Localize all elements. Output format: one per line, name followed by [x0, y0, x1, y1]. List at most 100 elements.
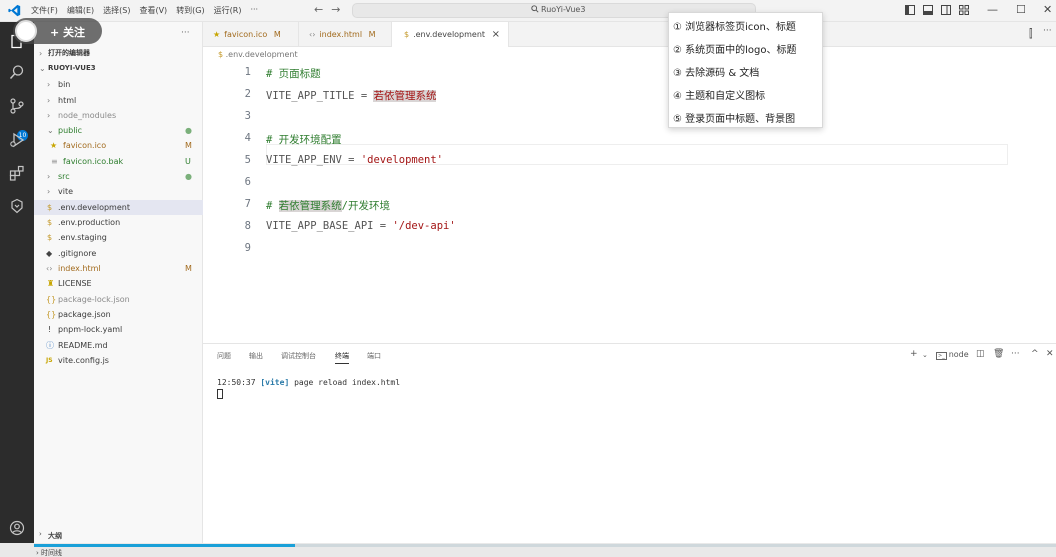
command-center-label: RuoYi-Vue3: [531, 5, 585, 14]
bottom-panel: 问题 输出 调试控制台 终端 端口 + ⌄ >_ node ◫ 🗑 ··· ^ ✕…: [203, 343, 1056, 543]
close-tab-icon[interactable]: ×: [492, 29, 500, 40]
close-panel-icon[interactable]: ✕: [1046, 349, 1054, 359]
project-root-header[interactable]: ⌄ RUOYI-VUE3: [34, 61, 203, 76]
close-window-icon[interactable]: ✕: [1043, 3, 1052, 16]
tree-file-favicon-ico[interactable]: ★ favicon.ico M: [34, 138, 203, 153]
chevron-right-icon: ›: [47, 172, 51, 181]
chevron-down-icon[interactable]: ⌄: [922, 351, 928, 359]
menu-run[interactable]: 运行(R): [214, 5, 242, 16]
tab-env-development[interactable]: $ .env.development ×: [392, 22, 509, 47]
explorer-sidebar: ··· › 打开的编辑器 ⌄ RUOYI-VUE3 › bin › html ›…: [34, 22, 203, 557]
popup-item-4[interactable]: ④ 主题和自定义图标: [673, 87, 765, 102]
tree-file-package-lock[interactable]: {} package-lock.json: [34, 292, 203, 307]
outline-label: 大纲: [48, 532, 62, 540]
git-status-badge: U: [185, 157, 191, 166]
follow-overlay[interactable]: + 关注: [13, 18, 102, 44]
lines-file-icon: ≡: [51, 157, 58, 166]
search-view-icon[interactable]: [9, 64, 25, 80]
tree-file-license[interactable]: ♜ LICENSE: [34, 276, 203, 291]
menu-selection[interactable]: 选择(S): [103, 5, 130, 16]
chevron-right-icon: ›: [47, 80, 51, 89]
code-line-7: # 若依管理系统/开发环境: [266, 198, 390, 213]
tab-terminal[interactable]: 终端: [335, 351, 349, 364]
tree-file-package-json[interactable]: {} package.json: [34, 307, 203, 322]
extensions-icon[interactable]: [9, 165, 25, 181]
tree-folder-vite[interactable]: › vite: [34, 184, 203, 199]
code-value: 'development': [360, 154, 444, 166]
code-line-5: VITE_APP_ENV = 'development': [266, 154, 443, 166]
tree-file-vite-config[interactable]: JS vite.config.js: [34, 353, 203, 368]
tree-folder-html[interactable]: › html: [34, 93, 203, 108]
code-line-2: VITE_APP_TITLE = 若依管理系统: [266, 88, 437, 103]
line-number: 9: [244, 242, 251, 254]
outline-section[interactable]: › 大纲: [34, 530, 203, 543]
tree-file-readme[interactable]: ⓘ README.md: [34, 338, 203, 353]
tab-favicon-ico[interactable]: ★ favicon.ico M: [203, 22, 299, 47]
star-icon: ★: [50, 141, 58, 150]
tree-file-favicon-bak[interactable]: ≡ favicon.ico.bak U: [34, 154, 203, 169]
minimize-icon[interactable]: —: [987, 3, 998, 16]
toggle-secondary-sidebar-icon[interactable]: [941, 5, 951, 15]
popup-item-5[interactable]: ⑤ 登录页面中标题、背景图: [673, 110, 795, 125]
tree-file-env-staging[interactable]: $ .env.staging: [34, 230, 203, 245]
topic-popup-menu: ① 浏览器标签页icon、标题 ② 系统页面中的logo、标题 ③ 去除源码 &…: [668, 12, 823, 128]
menu-edit[interactable]: 编辑(E): [67, 5, 94, 16]
tree-file-pnpm-lock[interactable]: ! pnpm-lock.yaml: [34, 322, 203, 337]
forward-arrow-icon[interactable]: →: [331, 3, 348, 16]
split-editor-icon[interactable]: ⫿: [1029, 27, 1033, 41]
editor-more-icon[interactable]: ···: [1043, 26, 1052, 36]
tree-file-env-production[interactable]: $ .env.production: [34, 215, 203, 230]
tree-folder-node-modules[interactable]: › node_modules: [34, 108, 203, 123]
tab-ports[interactable]: 端口: [367, 351, 381, 361]
code-editor[interactable]: 1 # 页面标题 2 VITE_APP_TITLE = 若依管理系统 3 4 #…: [203, 60, 1056, 343]
maximize-panel-icon[interactable]: ^: [1031, 349, 1039, 359]
trash-icon[interactable]: 🗑: [993, 349, 1004, 359]
maximize-icon[interactable]: ☐: [1016, 3, 1026, 16]
breadcrumb[interactable]: $ .env.development: [218, 50, 298, 59]
account-icon[interactable]: [9, 520, 25, 536]
menu-goto[interactable]: 转到(G): [176, 5, 204, 16]
code-line-1: # 页面标题: [266, 68, 321, 80]
source-control-icon[interactable]: [9, 98, 25, 114]
tab-debug-console[interactable]: 调试控制台: [281, 351, 316, 361]
tab-index-html[interactable]: ‹› index.html M: [299, 22, 392, 47]
tree-file-gitignore[interactable]: ◆ .gitignore: [34, 246, 203, 261]
tab-output[interactable]: 输出: [249, 351, 263, 361]
tree-folder-public[interactable]: ⌄ public ●: [34, 123, 203, 138]
menu-more[interactable]: ···: [250, 5, 258, 16]
explorer-more-actions-icon[interactable]: ···: [181, 28, 190, 38]
tree-item-label: LICENSE: [58, 279, 92, 288]
tree-folder-src[interactable]: › src ●: [34, 169, 203, 184]
back-arrow-icon[interactable]: ←: [314, 3, 331, 16]
popup-item-3[interactable]: ③ 去除源码 & 文档: [673, 64, 759, 79]
chevron-down-icon: ⌄: [47, 126, 54, 135]
nav-arrows: ←→: [314, 3, 348, 16]
tree-item-label: src: [58, 172, 70, 181]
tree-item-label: .gitignore: [58, 249, 97, 258]
toggle-panel-icon[interactable]: [923, 5, 933, 15]
git-status-badge: M: [185, 141, 192, 150]
terminal-selector[interactable]: >_ node: [936, 350, 969, 360]
tree-file-env-development[interactable]: $ .env.development: [34, 200, 203, 215]
timeline-section[interactable]: › 时间线: [36, 548, 62, 557]
tree-file-index-html[interactable]: ‹› index.html M: [34, 261, 203, 276]
tree-folder-bin[interactable]: › bin: [34, 77, 203, 92]
popup-item-2[interactable]: ② 系统页面中的logo、标题: [673, 41, 797, 56]
run-debug-icon[interactable]: [9, 132, 25, 148]
open-editors-header[interactable]: › 打开的编辑器: [34, 46, 203, 61]
dollar-icon: $: [404, 30, 410, 39]
toggle-sidebar-icon[interactable]: [905, 5, 915, 15]
line-number: 5: [244, 154, 251, 166]
popup-item-1[interactable]: ① 浏览器标签页icon、标题: [673, 18, 796, 33]
tab-problems[interactable]: 问题: [217, 351, 231, 361]
code-key: VITE_APP_TITLE =: [266, 90, 374, 102]
new-terminal-icon[interactable]: +: [910, 349, 918, 359]
menu-view[interactable]: 查看(V): [139, 5, 167, 16]
line-number: 2: [244, 88, 251, 100]
menu-file[interactable]: 文件(F): [31, 5, 58, 16]
split-terminal-icon[interactable]: ◫: [976, 349, 985, 359]
customize-layout-icon[interactable]: [959, 5, 969, 15]
exclamation-icon: !: [48, 325, 52, 334]
panel-more-icon[interactable]: ···: [1011, 349, 1020, 359]
remote-explorer-icon[interactable]: [9, 198, 25, 214]
